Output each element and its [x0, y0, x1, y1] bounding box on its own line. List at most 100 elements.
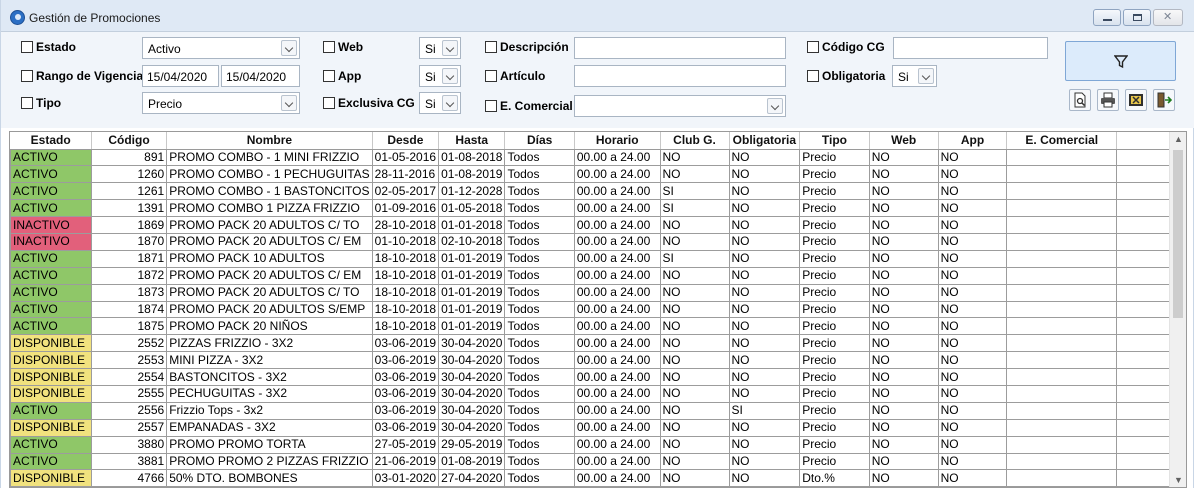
scroll-up-icon[interactable]: ▲ — [1174, 134, 1183, 144]
column-header[interactable]: Estado — [10, 132, 92, 150]
table-cell: Todos — [504, 165, 575, 184]
table-cell: SI — [659, 249, 730, 268]
vigencia-hasta-field[interactable]: 15/04/2020 — [221, 65, 300, 87]
table-row[interactable]: DISPONIBLE 2555 PECHUGUITAS - 3X2 03-06-201… — [10, 384, 1186, 403]
exit-button[interactable] — [1153, 89, 1175, 111]
table-cell: PROMO COMBO - 1 BASTONCITOS — [166, 182, 373, 201]
column-header[interactable]: Obligatoria — [729, 132, 801, 150]
table-row[interactable]: DISPONIBLE 2557 EMPANADAS - 3X2 03-06-2019 3… — [10, 418, 1186, 437]
column-header[interactable]: Días — [504, 132, 575, 150]
column-header[interactable]: Club G. — [660, 132, 730, 150]
table-cell: PROMO PACK 10 ADULTOS — [166, 249, 373, 268]
table-row[interactable]: DISPONIBLE 2553 MINI PIZZA - 3X2 03-06-2019… — [10, 351, 1186, 370]
table-cell: 4766 — [90, 469, 168, 487]
descripcion-input[interactable] — [574, 37, 786, 59]
column-header[interactable]: Hasta — [438, 132, 506, 150]
table-cell: Todos — [504, 266, 575, 285]
table-row[interactable]: ACTIVO 1391 PROMO COMBO 1 PIZZA FRIZZIO 01-… — [10, 199, 1186, 218]
table-cell: NO — [868, 418, 939, 437]
table-row[interactable]: DISPONIBLE 4766 50% DTO. BOMBONES 03-01-202… — [10, 469, 1186, 487]
table-row[interactable]: ACTIVO 3881 PROMO PROMO 2 PIZZAS FRIZZIO 21… — [10, 452, 1186, 471]
table-row[interactable]: INACTIVO 1870 PROMO PACK 20 ADULTOS C/ EM 0… — [10, 232, 1186, 251]
descripcion-checkbox[interactable]: Descripción — [485, 40, 569, 54]
maximize-button[interactable] — [1123, 9, 1151, 26]
checkbox-box — [807, 70, 819, 82]
articulo-input[interactable] — [574, 65, 786, 87]
estado-checkbox[interactable]: Estado — [21, 40, 76, 54]
column-header[interactable]: Código — [91, 132, 168, 150]
table-cell: Precio — [799, 418, 870, 437]
table-cell: NO — [659, 418, 730, 437]
table-cell: SI — [659, 199, 730, 218]
table-row[interactable]: ACTIVO 1875 PROMO PACK 20 NIÑOS 18-10-2018 0… — [10, 317, 1186, 336]
promotions-window: Gestión de Promociones ✕ Estado Activo R… — [0, 0, 1194, 488]
e-comercial-label: E. Comercial — [500, 99, 573, 113]
column-header[interactable]: Horario — [574, 132, 661, 150]
obligatoria-select[interactable]: Si — [892, 65, 937, 87]
vigencia-desde-field[interactable]: 15/04/2020 — [142, 65, 219, 87]
table-row[interactable]: DISPONIBLE 2554 BASTONCITOS - 3X2 03-06-201… — [10, 368, 1186, 386]
table-row[interactable]: INACTIVO 1869 PROMO PACK 20 ADULTOS C/ TO 2… — [10, 216, 1186, 234]
table-row[interactable]: ACTIVO 891 PROMO COMBO - 1 MINI FRIZZIO 01-… — [10, 148, 1186, 167]
column-header[interactable]: Web — [869, 132, 939, 150]
rango-vigencia-checkbox[interactable]: Rango de Vigencia — [21, 69, 143, 83]
print-preview-button[interactable] — [1069, 89, 1091, 111]
export-excel-button[interactable] — [1125, 89, 1147, 111]
table-cell: Todos — [504, 418, 575, 437]
table-cell: NO — [868, 148, 939, 167]
e-comercial-checkbox[interactable]: E. Comercial — [485, 99, 573, 113]
codigo-cg-checkbox[interactable]: Código CG — [807, 40, 885, 54]
table-row[interactable]: ACTIVO 1871 PROMO PACK 10 ADULTOS 18-10-201… — [10, 249, 1186, 268]
table-row[interactable]: ACTIVO 1873 PROMO PACK 20 ADULTOS C/ TO 18-… — [10, 283, 1186, 302]
table-cell: NO — [659, 300, 730, 319]
minimize-button[interactable] — [1093, 9, 1121, 26]
table-cell: Precio — [799, 182, 870, 201]
print-preview-icon — [1074, 92, 1086, 108]
table-row[interactable]: ACTIVO 1874 PROMO PACK 20 ADULTOS S/EMP 18-… — [10, 300, 1186, 319]
table-row[interactable]: ACTIVO 1261 PROMO COMBO - 1 BASTONCITOS 02-… — [10, 182, 1186, 201]
close-button[interactable]: ✕ — [1153, 9, 1183, 26]
status-cell: ACTIVO — [10, 401, 92, 420]
table-row[interactable]: ACTIVO 3880 PROMO PROMO TORTA 27-05-2019 29-… — [10, 435, 1186, 454]
table-cell: NO — [659, 469, 730, 487]
chevron-down-icon — [442, 40, 458, 56]
table-cell: 2555 — [90, 384, 168, 403]
apply-filter-button[interactable] — [1065, 41, 1176, 81]
print-button[interactable] — [1097, 89, 1119, 111]
table-cell: PROMO PACK 20 ADULTOS S/EMP — [166, 300, 373, 319]
tipo-select[interactable]: Precio — [142, 92, 300, 114]
table-row[interactable]: DISPONIBLE 2552 PIZZAS FRIZZIO - 3X2 03-06-… — [10, 334, 1186, 353]
table-row[interactable]: ACTIVO 1872 PROMO PACK 20 ADULTOS C/ EM 18-… — [10, 266, 1186, 285]
scrollbar-thumb[interactable] — [1173, 150, 1183, 318]
vertical-scrollbar[interactable]: ▲ ▼ — [1169, 132, 1186, 487]
table-cell: 18-10-2018 — [371, 283, 440, 302]
table-row[interactable]: ACTIVO 1260 PROMO COMBO - 1 PECHUGUITAS 28-… — [10, 165, 1186, 184]
column-header[interactable]: E. Comercial — [1006, 132, 1118, 150]
app-select[interactable]: Si — [419, 65, 461, 87]
column-header[interactable]: Tipo — [799, 132, 870, 150]
table-cell: NO — [868, 266, 939, 285]
table-cell: 28-10-2018 — [371, 216, 440, 234]
table-cell: Todos — [504, 283, 575, 302]
column-header[interactable]: App — [938, 132, 1008, 150]
tipo-checkbox[interactable]: Tipo — [21, 96, 61, 110]
exclusiva-cg-select[interactable]: Si — [419, 92, 461, 114]
exclusiva-cg-checkbox[interactable]: Exclusiva CG — [323, 96, 415, 110]
web-checkbox[interactable]: Web — [323, 40, 363, 54]
estado-select[interactable]: Activo — [142, 37, 300, 59]
scroll-down-icon[interactable]: ▼ — [1174, 475, 1183, 485]
codigo-cg-input[interactable] — [893, 37, 1048, 59]
table-cell: Frizzio Tops - 3x2 — [166, 401, 373, 420]
table-cell: 03-01-2020 — [371, 469, 440, 487]
table-cell: PROMO PACK 20 ADULTOS C/ EM — [166, 266, 373, 285]
table-row[interactable]: ACTIVO 2556 Frizzio Tops - 3x2 03-06-2019 30… — [10, 401, 1186, 420]
web-select[interactable]: Si — [419, 37, 461, 59]
app-checkbox[interactable]: App — [323, 69, 361, 83]
obligatoria-checkbox[interactable]: Obligatoria — [807, 69, 885, 83]
table-cell: NO — [659, 435, 730, 454]
window-title: Gestión de Promociones — [29, 11, 161, 25]
column-header[interactable]: Desde — [372, 132, 440, 150]
e-comercial-select[interactable] — [574, 95, 786, 117]
articulo-checkbox[interactable]: Artículo — [485, 69, 545, 83]
column-header[interactable]: Nombre — [166, 132, 373, 150]
